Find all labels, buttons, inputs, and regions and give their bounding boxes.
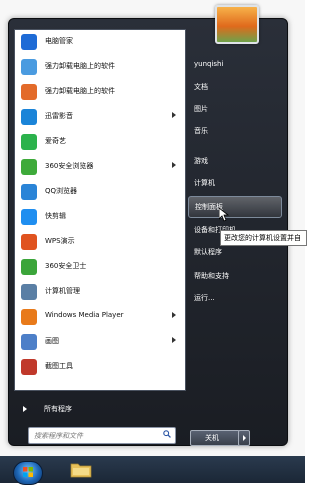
program-label: Windows Media Player [45,311,124,319]
submenu-arrow-icon[interactable] [172,337,176,343]
submenu-arrow-icon[interactable] [172,312,176,318]
pictures-link-label: 图片 [194,105,208,113]
program-item[interactable]: 计算机管理 [15,281,185,304]
iqiyi-icon [21,134,37,150]
arrow-right-icon [23,406,27,412]
program-item[interactable]: 爱奇艺 [15,131,185,154]
computer-management-icon [21,284,37,300]
snipping-tool-icon [21,359,37,375]
all-programs-button[interactable]: 所有程序 [14,401,184,419]
program-label: 快剪辑 [45,212,66,220]
program-item[interactable]: WPS演示 [15,231,185,254]
submenu-arrow-icon[interactable] [172,112,176,118]
music-link-label: 音乐 [194,127,208,135]
all-programs-label: 所有程序 [44,405,72,413]
uninstall-software-icon [21,59,37,75]
program-item[interactable]: 电脑管家 [15,31,185,54]
pc-manager-icon [21,34,37,50]
games-link-label: 游戏 [194,157,208,165]
file-explorer-taskbar-button[interactable] [70,460,92,478]
qq-browser-icon [21,184,37,200]
submenu-arrow-icon[interactable] [172,162,176,168]
program-item[interactable]: 迅雷影音 [15,106,185,129]
360-browser-icon [21,159,37,175]
program-label: 电脑管家 [45,37,73,45]
program-item[interactable]: 强力卸载电脑上的软件 [15,81,185,104]
program-item[interactable]: 画图 [15,331,185,354]
windows-logo-icon [23,467,33,477]
right-links-pane: yunqishi 文档 图片 音乐 游戏 计算机 控制面板 设备和打印机 默认程序 帮助和支持 运行… [188,29,282,409]
documents-link-label: 文档 [194,83,208,91]
games-link[interactable]: 游戏 [188,151,280,171]
pictures-link[interactable]: 图片 [188,99,280,119]
program-label: 360安全浏览器 [45,162,94,170]
start-button[interactable] [13,461,43,485]
user-name-link[interactable]: yunqishi [188,55,280,75]
search-input[interactable] [32,429,154,443]
shutdown-label: 关机 [205,434,219,442]
program-item[interactable]: 强力卸载电脑上的软件 [15,56,185,79]
xunlei-player-icon [21,109,37,125]
help-support-link[interactable]: 帮助和支持 [188,266,280,286]
user-name-link-label: yunqishi [194,60,224,68]
run-link-label: 运行... [194,294,215,302]
program-label: 截图工具 [45,362,73,370]
documents-link[interactable]: 文档 [188,77,280,97]
program-label: QQ浏览器 [45,187,78,195]
search-box[interactable] [28,427,176,444]
program-item[interactable]: 快剪辑 [15,206,185,229]
taskbar [0,456,305,483]
uninstall-software-icon [21,84,37,100]
program-label: 强力卸载电脑上的软件 [45,62,115,70]
computer-link-label: 计算机 [194,179,215,187]
mouse-cursor-icon [219,208,229,222]
wps-presentation-icon [21,234,37,250]
tooltip-text: 更改您的计算机设置并自 [224,234,301,242]
search-icon[interactable] [163,430,171,438]
run-link[interactable]: 运行... [188,288,280,308]
program-label: WPS演示 [45,237,75,245]
program-label: 爱奇艺 [45,137,66,145]
program-label: 强力卸载电脑上的软件 [45,87,115,95]
program-label: 迅雷影音 [45,112,73,120]
360-safeguard-icon [21,259,37,275]
program-item[interactable]: 360安全浏览器 [15,156,185,179]
pinned-programs-pane: 电脑管家强力卸载电脑上的软件 强力卸载电脑上的软件 迅雷影音爱奇艺 360安全浏览器 Q… [14,29,186,391]
music-link[interactable]: 音乐 [188,121,280,141]
program-label: 计算机管理 [45,287,80,295]
program-item[interactable]: 截图工具 [15,356,185,379]
folder-icon [70,463,92,478]
paint-icon [21,334,37,350]
windows-media-player-icon [21,309,37,325]
program-label: 画图 [45,337,59,345]
computer-link[interactable]: 计算机 [188,173,280,193]
arrow-right-icon [243,435,246,441]
program-list: 电脑管家强力卸载电脑上的软件 强力卸载电脑上的软件 迅雷影音爱奇艺 360安全浏览器 Q… [15,30,185,390]
help-support-link-label: 帮助和支持 [194,272,229,280]
kuaijianji-icon [21,209,37,225]
shutdown-button[interactable]: 关机 [190,430,240,446]
program-item[interactable]: QQ浏览器 [15,181,185,204]
tooltip: 更改您的计算机设置并自 [220,230,307,246]
program-item[interactable]: Windows Media Player [15,306,185,329]
shutdown-options-button[interactable] [238,430,250,446]
default-programs-link-label: 默认程序 [194,248,222,256]
program-label: 360安全卫士 [45,262,87,270]
control-panel-link[interactable]: 控制面板 [188,196,282,218]
program-item[interactable]: 360安全卫士 [15,256,185,279]
